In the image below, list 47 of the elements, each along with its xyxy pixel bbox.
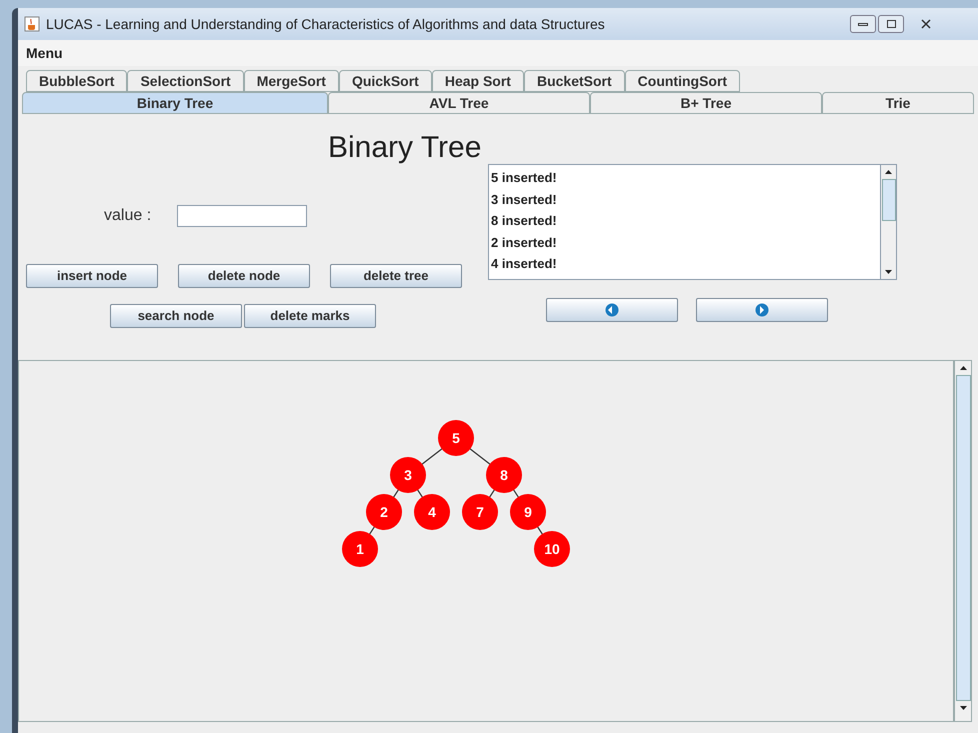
previous-button[interactable] [546, 298, 678, 322]
minimize-button[interactable] [850, 15, 876, 33]
next-button[interactable] [696, 298, 828, 322]
play-icon [755, 303, 769, 317]
tab[interactable]: Binary Tree [22, 92, 328, 114]
log-entry: 8 inserted! [491, 212, 558, 230]
maximize-button[interactable] [878, 15, 904, 33]
action-button[interactable]: insert node [26, 264, 158, 288]
scrollbar[interactable] [880, 164, 897, 280]
tab[interactable]: Trie [822, 92, 974, 114]
tab[interactable]: BucketSort [524, 70, 625, 92]
window-title: LUCAS - Learning and Understanding of Characteristics of Algorithms and data Structures [46, 14, 605, 34]
tree-node: 5 [438, 420, 474, 456]
tree-node: 7 [462, 494, 498, 530]
value-label: value : [104, 206, 152, 226]
action-button[interactable]: delete marks [244, 304, 376, 328]
action-button[interactable]: search node [110, 304, 242, 328]
tree-node: 9 [510, 494, 546, 530]
tab[interactable]: AVL Tree [328, 92, 590, 114]
menu-item[interactable]: Menu [26, 42, 63, 64]
log-entry: 3 inserted! [491, 190, 558, 208]
tab[interactable]: SelectionSort [127, 70, 244, 92]
log-entry: 5 inserted! [491, 169, 558, 187]
tab[interactable]: BubbleSort [26, 70, 128, 92]
tab[interactable]: QuickSort [338, 70, 432, 92]
log-entry: 2 inserted! [491, 234, 558, 252]
tree-node: 3 [390, 457, 426, 493]
tree-node: 10 [534, 531, 570, 567]
action-button[interactable]: delete node [178, 264, 310, 288]
tab[interactable]: Heap Sort [432, 70, 524, 92]
action-button[interactable]: delete tree [330, 264, 462, 288]
scroll-thumb[interactable] [956, 375, 970, 701]
close-icon [921, 19, 931, 29]
tab[interactable]: CountingSort [624, 70, 740, 92]
tree-node: 4 [414, 494, 450, 530]
coffee-cup-icon [24, 16, 40, 32]
back-icon [605, 303, 619, 317]
heading: Binary Tree [328, 130, 482, 166]
scrollbar[interactable] [954, 360, 972, 722]
tree-node: 1 [342, 531, 378, 567]
log-entry: 4 inserted! [491, 255, 558, 273]
tab[interactable]: B+ Tree [590, 92, 822, 114]
tree-node: 2 [366, 494, 402, 530]
tree-node: 8 [486, 457, 522, 493]
scroll-thumb[interactable] [882, 179, 896, 221]
value-field[interactable] [177, 205, 308, 227]
tab[interactable]: MergeSort [244, 70, 339, 92]
